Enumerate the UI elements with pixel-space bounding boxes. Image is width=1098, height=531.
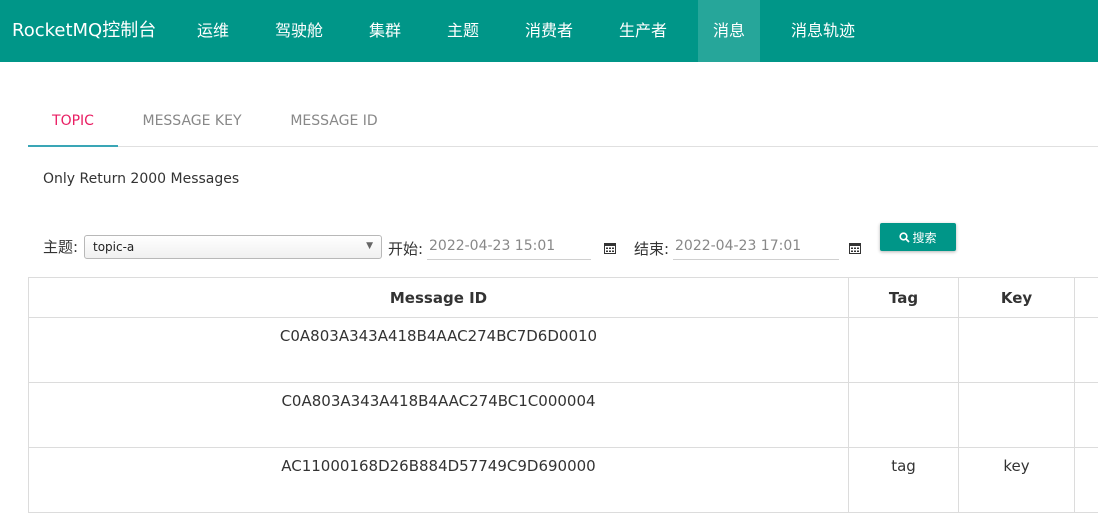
search-icon xyxy=(899,231,911,243)
nav-item-message[interactable]: 消息 xyxy=(698,0,760,62)
key-text: key xyxy=(1003,457,1030,475)
tag-cell xyxy=(848,317,959,383)
end-time-input[interactable] xyxy=(673,233,839,260)
chevron-down-icon: ▼ xyxy=(366,241,373,251)
nav-item-label: 运维 xyxy=(197,21,230,40)
tag-text xyxy=(849,318,958,327)
nav-item-label: 集群 xyxy=(369,21,402,40)
tag-cell xyxy=(848,382,959,448)
app-title[interactable]: RocketMQ控制台 xyxy=(12,16,156,42)
nav-item-label: 消息 xyxy=(712,21,745,40)
column-header-message-id: Message ID xyxy=(28,277,849,318)
message-id-text[interactable]: C0A803A343A418B4AAC274BC7D6D0010 xyxy=(29,318,848,345)
extra-cell xyxy=(1074,447,1098,513)
topic-select[interactable]: topic-a ▼ xyxy=(84,235,382,259)
result-limit-note: Only Return 2000 Messages xyxy=(43,171,240,187)
query-tabs: TOPIC MESSAGE KEY MESSAGE ID xyxy=(28,100,1098,147)
search-button[interactable]: 搜索 xyxy=(880,223,956,251)
key-cell: key xyxy=(958,447,1075,513)
table-row: C0A803A343A418B4AAC274BC7D6D0010 xyxy=(28,317,1098,383)
key-text xyxy=(959,383,1074,392)
column-header-key: Key xyxy=(958,277,1075,318)
message-table: Message ID Tag Key C0A803A343A418B4AAC27… xyxy=(28,277,1098,513)
topic-select-value: topic-a xyxy=(93,240,135,254)
message-id-text[interactable]: AC11000168D26B884D57749C9D690000 xyxy=(29,448,848,475)
topic-label: 主题: xyxy=(43,238,79,256)
nav-item-consumer[interactable]: 消费者 xyxy=(511,0,587,62)
key-cell xyxy=(958,317,1075,383)
key-text xyxy=(959,318,1074,327)
start-time-input[interactable] xyxy=(427,233,591,260)
column-header-extra xyxy=(1074,277,1098,318)
nav-item-label: 消费者 xyxy=(525,21,574,40)
calendar-icon[interactable] xyxy=(604,242,616,254)
nav-item-producer[interactable]: 生产者 xyxy=(605,0,681,62)
start-label: 开始: xyxy=(388,240,424,258)
nav-item-label: 主题 xyxy=(447,21,480,40)
table-row: AC11000168D26B884D57749C9D690000 tag key xyxy=(28,447,1098,513)
nav-item-ops[interactable]: 运维 xyxy=(183,0,243,62)
tab-message-id[interactable]: MESSAGE ID xyxy=(284,100,384,145)
tag-text xyxy=(849,383,958,392)
nav-item-cluster[interactable]: 集群 xyxy=(355,0,415,62)
extra-cell xyxy=(1074,317,1098,383)
nav-item-label: 生产者 xyxy=(619,21,668,40)
tag-text: tag xyxy=(891,457,916,475)
calendar-icon[interactable] xyxy=(849,242,861,254)
tab-message-key[interactable]: MESSAGE KEY xyxy=(136,100,248,145)
tag-cell: tag xyxy=(848,447,959,513)
message-id-cell: C0A803A343A418B4AAC274BC1C000004 xyxy=(28,382,849,448)
nav-item-label: 消息轨迹 xyxy=(791,21,856,40)
extra-cell xyxy=(1074,382,1098,448)
end-label: 结束: xyxy=(634,240,670,258)
nav-item-message-trace[interactable]: 消息轨迹 xyxy=(777,0,869,62)
message-id-cell: AC11000168D26B884D57749C9D690000 xyxy=(28,447,849,513)
search-button-label: 搜索 xyxy=(912,230,937,245)
column-header-tag: Tag xyxy=(848,277,959,318)
nav-item-label: 驾驶舱 xyxy=(275,21,324,40)
table-row: C0A803A343A418B4AAC274BC1C000004 xyxy=(28,382,1098,448)
message-id-text[interactable]: C0A803A343A418B4AAC274BC1C000004 xyxy=(29,383,848,410)
top-navbar: RocketMQ控制台 运维 驾驶舱 集群 主题 消费者 生产者 消息 消息轨迹 xyxy=(0,0,1098,62)
tab-topic[interactable]: TOPIC xyxy=(28,100,118,147)
key-cell xyxy=(958,382,1075,448)
table-header-row: Message ID Tag Key xyxy=(28,277,1098,318)
nav-item-dashboard[interactable]: 驾驶舱 xyxy=(261,0,337,62)
nav-item-topic[interactable]: 主题 xyxy=(433,0,493,62)
message-id-cell: C0A803A343A418B4AAC274BC7D6D0010 xyxy=(28,317,849,383)
